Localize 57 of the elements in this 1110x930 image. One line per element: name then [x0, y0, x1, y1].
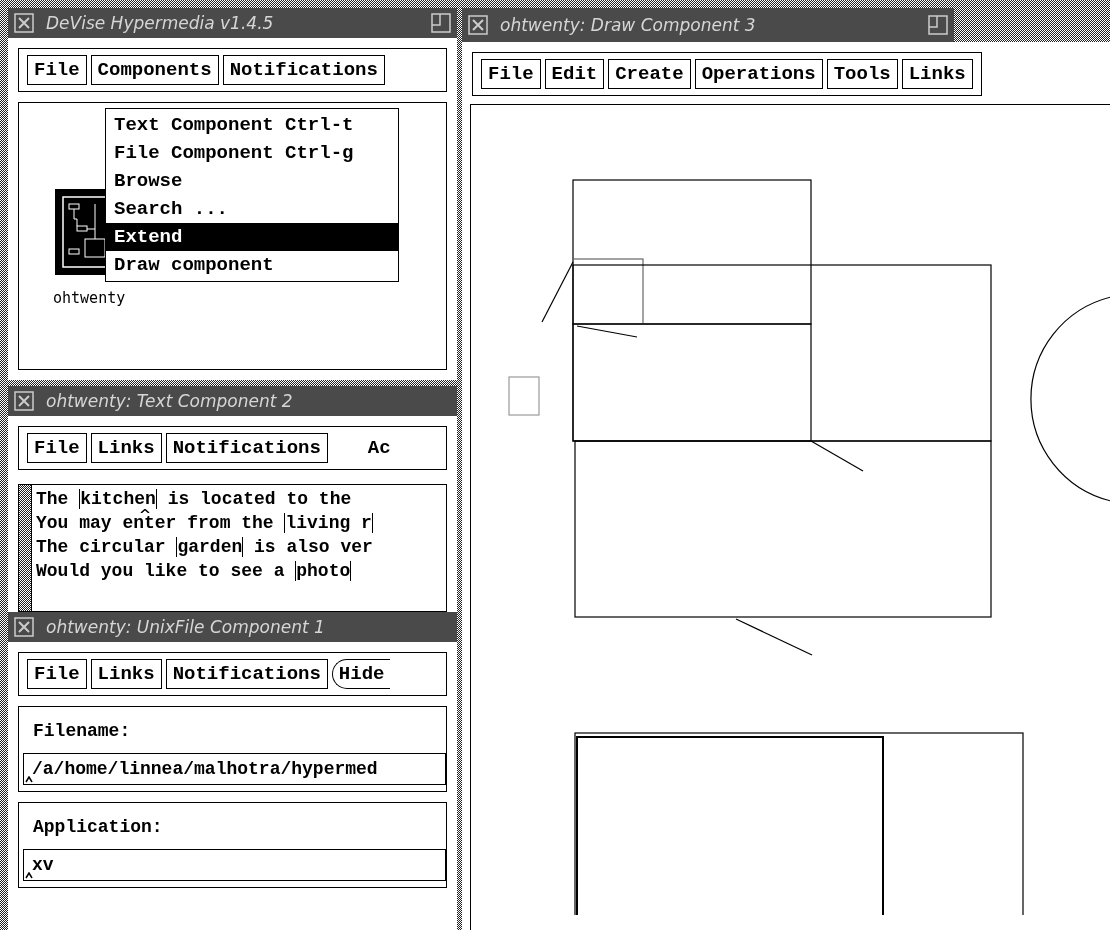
menu-item[interactable]: Draw component: [106, 251, 398, 279]
menu-label: Ac: [367, 437, 391, 459]
menu-button[interactable]: File: [27, 55, 87, 85]
text-field[interactable]: /a/home/linnea/malhotra/hypermed: [23, 753, 446, 785]
hyperlink[interactable]: living r: [284, 513, 373, 533]
maximize-icon[interactable]: [928, 15, 948, 35]
menu-button[interactable]: Links: [90, 659, 162, 689]
close-icon[interactable]: [14, 391, 34, 411]
text-cursor-icon: [25, 872, 33, 879]
line-shape[interactable]: [576, 325, 638, 338]
rectangle-shape[interactable]: [572, 258, 644, 325]
menu-button[interactable]: Create: [608, 59, 691, 89]
menu-item[interactable]: Browse: [106, 167, 398, 195]
line-shape[interactable]: [735, 618, 813, 656]
text-line: Would you like to see a photo: [36, 561, 353, 581]
field-label: Filename:: [33, 721, 132, 741]
scrollbar[interactable]: [19, 485, 32, 611]
menu-item[interactable]: Extend: [106, 223, 398, 251]
menu-button[interactable]: File: [27, 659, 87, 689]
menu-button[interactable]: Tools: [826, 59, 898, 89]
close-icon[interactable]: [468, 15, 488, 35]
menu-button[interactable]: Edit: [544, 59, 605, 89]
close-icon[interactable]: [14, 13, 34, 33]
text-cursor-icon: [25, 776, 33, 783]
menu-item[interactable]: Search ...: [106, 195, 398, 223]
menu-button[interactable]: Components: [90, 55, 219, 85]
menu-button[interactable]: Links: [901, 59, 973, 89]
component-label[interactable]: ohtwenty: [53, 289, 126, 307]
hyperlink[interactable]: kitchen: [79, 489, 157, 509]
menu-button[interactable]: Operations: [694, 59, 823, 89]
menu-item[interactable]: Text Component Ctrl-t: [106, 111, 398, 139]
field-label: Application:: [33, 817, 164, 837]
text-cursor-icon: [140, 509, 150, 513]
menu-button[interactable]: Notifications: [222, 55, 385, 85]
maximize-icon[interactable]: [431, 13, 451, 33]
hyperlink[interactable]: garden: [176, 537, 244, 557]
menu-button[interactable]: Notifications: [165, 659, 328, 689]
window-title: DeVise Hypermedia v1.4.5: [46, 13, 275, 33]
text-line: You may enter from the living r: [36, 513, 373, 533]
menu-button[interactable]: File: [27, 433, 87, 463]
window-title: ohtwenty: Text Component 2: [46, 391, 294, 411]
close-icon[interactable]: [14, 617, 34, 637]
rectangle-shape[interactable]: [572, 323, 812, 442]
text-field[interactable]: xv: [23, 849, 446, 881]
window-title: ohtwenty: UnixFile Component 1: [46, 617, 326, 637]
text-line: The kitchen is located to the: [36, 489, 353, 509]
rectangle-shape[interactable]: [572, 264, 992, 442]
menu-button[interactable]: Links: [90, 433, 162, 463]
line-shape[interactable]: [541, 261, 574, 323]
menu-item[interactable]: File Component Ctrl-g: [106, 139, 398, 167]
text-line: The circular garden is also ver: [36, 537, 373, 557]
window-title: ohtwenty: Draw Component 3: [500, 15, 757, 35]
hyperlink[interactable]: photo: [295, 561, 352, 581]
line-shape[interactable]: [810, 440, 864, 472]
menu-button[interactable]: Notifications: [165, 433, 328, 463]
hide-button[interactable]: Hide: [331, 659, 391, 689]
menu-button[interactable]: File: [481, 59, 541, 89]
